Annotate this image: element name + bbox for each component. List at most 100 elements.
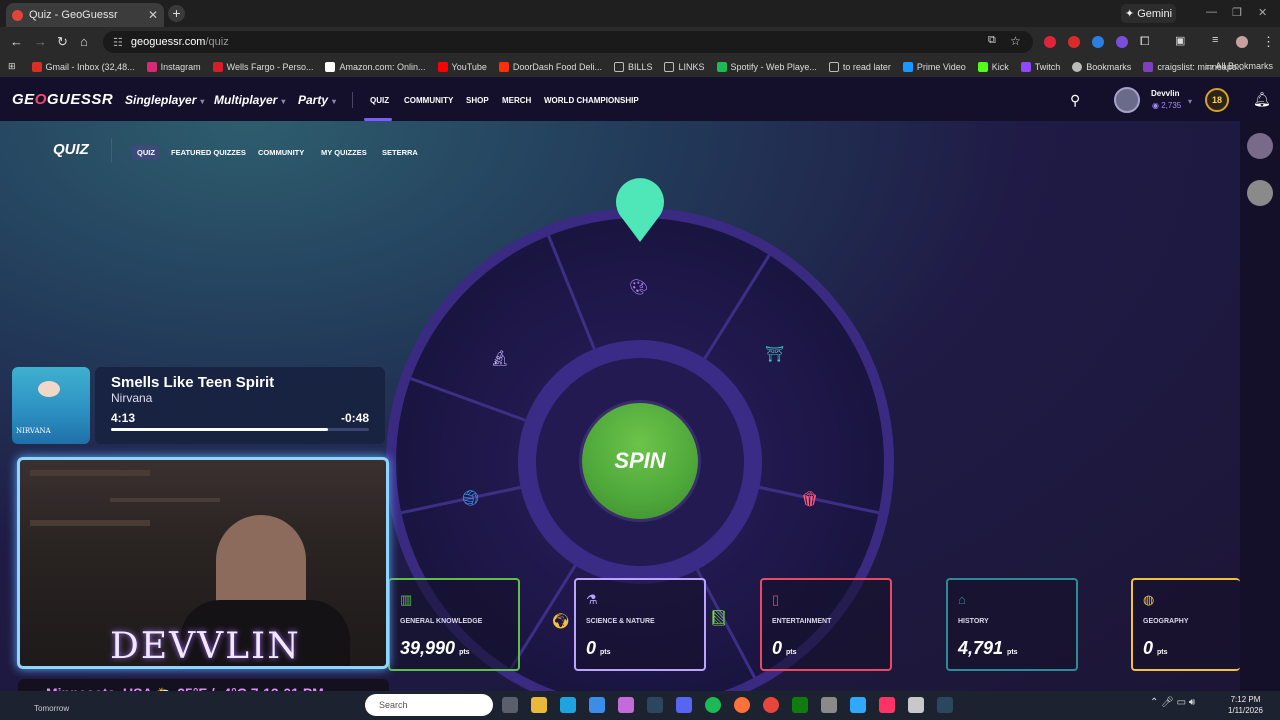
discord-icon[interactable] [676, 697, 692, 713]
copilot-icon[interactable] [618, 697, 634, 713]
file-explorer-icon[interactable] [531, 697, 547, 713]
xbox-icon[interactable] [792, 697, 808, 713]
nav-shop[interactable]: SHOP [466, 96, 489, 105]
profile-avatar-icon[interactable] [1236, 36, 1248, 48]
category-card-entertainment[interactable]: ▯ ENTERTAINMENT 0 pts [760, 578, 892, 671]
steam-alt-icon[interactable] [937, 697, 953, 713]
browser-tab[interactable]: Quiz - GeoGuessr ✕ [6, 3, 164, 27]
nav-community[interactable]: COMMUNITY [404, 96, 453, 105]
chrome-icon[interactable] [763, 697, 779, 713]
reload-icon[interactable]: ↻ [57, 34, 68, 50]
extension-icon-4[interactable] [1116, 36, 1128, 48]
chevron-down-icon: ▾ [200, 97, 205, 106]
extension-icon-2[interactable] [1068, 36, 1080, 48]
chevron-down-icon[interactable]: ▾ [1188, 97, 1192, 106]
taskbar-clock[interactable]: 7:12 PM 1/11/2026 [1228, 694, 1263, 716]
system-tray[interactable]: ⌃ 🎤︎ ▭ 🔊︎ [1150, 697, 1195, 708]
bookmark-label: to read later [842, 61, 891, 72]
nav-singleplayer[interactable]: Singleplayer ▾ [125, 93, 204, 107]
spin-button[interactable]: SPIN [582, 403, 698, 519]
minimize-icon[interactable]: — [1206, 6, 1217, 18]
bookmark-label: Amazon.com: Onlin... [339, 61, 426, 72]
all-bookmarks-link[interactable]: ▭ All Bookmarks [1205, 61, 1273, 72]
gemini-button[interactable]: ✦ Gemini [1121, 4, 1176, 23]
tab-quiz[interactable]: QUIZ [132, 145, 160, 160]
photoshop-icon[interactable] [850, 697, 866, 713]
store-icon[interactable] [589, 697, 605, 713]
bookmark-item[interactable]: Amazon.com: Onlin... [325, 61, 426, 72]
firefox-icon[interactable] [734, 697, 750, 713]
user-avatar[interactable] [1114, 87, 1140, 113]
friend-avatar[interactable] [1247, 180, 1273, 206]
nav-merch[interactable]: MERCH [502, 96, 531, 105]
extension-icon-1[interactable] [1044, 36, 1056, 48]
nav-multiplayer[interactable]: Multiplayer ▾ [214, 93, 285, 107]
tab-my-quizzes[interactable]: MY QUIZZES [316, 145, 372, 160]
site-info-icon[interactable]: ☷ [113, 36, 123, 49]
media-control-icon[interactable]: ≡ [1212, 34, 1218, 46]
extensions-puzzle-icon[interactable]: ⧠ [1140, 34, 1150, 49]
category-card-geography[interactable]: ◍ GEOGRAPHY 0 pts [1131, 578, 1240, 671]
back-icon[interactable]: ← [10, 34, 23, 49]
bookmark-item[interactable]: Twitch [1020, 61, 1060, 72]
bookmark-favicon-icon [1020, 61, 1031, 72]
bookmark-favicon-icon [325, 61, 336, 72]
nav-world-championship[interactable]: WORLD CHAMPIONSHIP [544, 96, 639, 105]
bookmark-item[interactable]: YouTube [437, 61, 487, 72]
bookmark-favicon-icon [716, 61, 727, 72]
notification-bell-icon[interactable]: 🔔︎ [1253, 91, 1271, 108]
install-app-icon[interactable]: ⧉ [988, 34, 996, 47]
close-window-icon[interactable]: ✕ [1258, 6, 1267, 19]
tab-community[interactable]: COMMUNITY [253, 145, 309, 160]
nav-label: Party [298, 93, 329, 107]
bookmark-item[interactable]: BILLS [613, 61, 652, 72]
apps-grid-icon[interactable]: ⊞ [8, 61, 16, 72]
nav-party[interactable]: Party ▾ [298, 93, 336, 107]
menu-kebab-icon[interactable]: ⋮ [1262, 34, 1275, 50]
geoguessr-logo[interactable]: GEOGUESSR [12, 91, 113, 108]
obs-icon[interactable] [908, 697, 924, 713]
close-tab-icon[interactable]: ✕ [148, 8, 158, 22]
bookmark-item[interactable]: Gmail - Inbox (32,48... [31, 61, 135, 72]
tab-featured-quizzes[interactable]: FEATURED QUIZZES [166, 145, 251, 160]
bookmark-item[interactable]: Kick [977, 61, 1009, 72]
steam-icon[interactable] [647, 697, 663, 713]
tab-seterra[interactable]: SETERRA [377, 145, 423, 160]
friend-avatar[interactable] [1247, 133, 1273, 159]
username[interactable]: Devvlin [1151, 89, 1179, 98]
bookmark-item[interactable]: Prime Video [902, 61, 966, 72]
new-tab-button[interactable]: + [168, 5, 185, 22]
bookmark-label: LINKS [678, 61, 705, 72]
indesign-icon[interactable] [879, 697, 895, 713]
task-view-icon[interactable] [502, 697, 518, 713]
title-divider [111, 138, 112, 162]
app-icon[interactable] [821, 697, 837, 713]
spotify-icon[interactable] [705, 697, 721, 713]
forward-icon[interactable]: → [34, 34, 47, 49]
edge-icon[interactable] [560, 697, 576, 713]
restore-icon[interactable]: ❐ [1232, 6, 1242, 19]
level-badge[interactable]: 18 [1205, 88, 1229, 112]
taskbar-weather-hint[interactable]: Tomorrow [34, 704, 69, 713]
bookmark-item[interactable]: DoorDash Food Deli... [498, 61, 602, 72]
bookmark-item[interactable]: Instagram [146, 61, 201, 72]
bookmark-item[interactable]: to read later [828, 61, 891, 72]
category-card-history[interactable]: ⌂ HISTORY 4,791 pts [946, 578, 1078, 671]
taskbar-search[interactable]: Search [365, 694, 493, 716]
bookmark-item[interactable]: Wells Fargo - Perso... [212, 61, 313, 72]
category-card-science-nature[interactable]: ⚗ SCIENCE & NATURE 0 pts [574, 578, 706, 671]
nav-quiz[interactable]: QUIZ [370, 96, 389, 105]
bookmark-star-icon[interactable]: ☆ [1010, 34, 1021, 48]
microscope-icon: ⚗ [586, 592, 598, 607]
category-card-general-knowledge[interactable]: ▥ GENERAL KNOWLEDGE 39,990 pts [388, 578, 520, 671]
bookmark-item[interactable]: LINKS [664, 61, 705, 72]
address-bar[interactable]: ☷ geoguessr.com/quiz [103, 31, 1033, 53]
bookmark-item[interactable]: Spotify - Web Playe... [716, 61, 817, 72]
bookmark-favicon-icon [498, 61, 509, 72]
search-icon[interactable]: ⚲ [1070, 92, 1080, 109]
tab-search-icon[interactable]: ▣ [1175, 34, 1185, 47]
extension-icon-3[interactable] [1092, 36, 1104, 48]
logo-text-end: GUESSR [46, 91, 114, 108]
home-icon[interactable]: ⌂ [80, 34, 88, 49]
bookmark-item[interactable]: Bookmarks [1072, 61, 1131, 72]
